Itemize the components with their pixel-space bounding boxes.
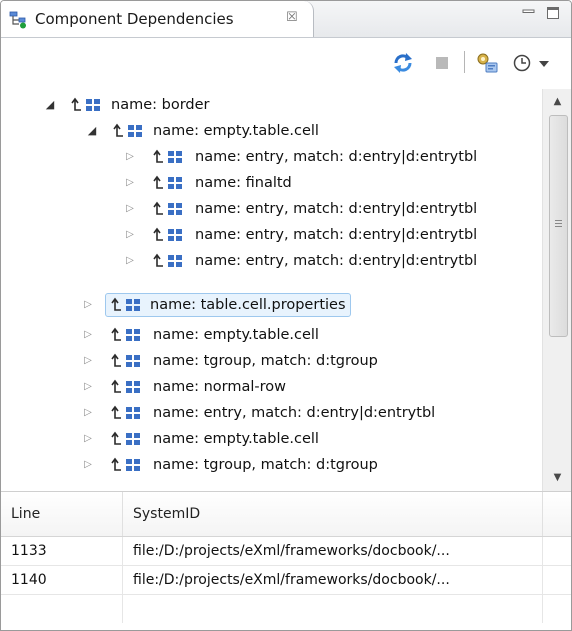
scrollbar-grip	[555, 223, 562, 224]
template-node-icon	[111, 431, 140, 445]
tree-item-label: name: normal-row	[153, 379, 287, 395]
cell-line	[1, 595, 123, 623]
tree-item-label: name: border	[111, 97, 210, 113]
tree-row-selected[interactable]: ▷ name: table.cell.properties	[1, 292, 542, 318]
template-node-icon	[111, 379, 140, 393]
scroll-down-icon[interactable]: ▼	[543, 465, 571, 491]
close-icon[interactable]: ☒	[286, 10, 298, 25]
maximize-icon[interactable]	[545, 5, 561, 21]
tree-row[interactable]: ▷ name: empty.table.cell	[1, 322, 542, 348]
tree-item-label: name: tgroup, match: d:tgroup	[153, 353, 378, 369]
expand-arrow-icon[interactable]: ▷	[81, 454, 95, 476]
template-node-icon	[111, 353, 140, 367]
tree-row[interactable]: ▷ name: entry, match: d:entry|d:entrytbl	[1, 222, 542, 248]
tree-row[interactable]: ▷ name: entry, match: d:entry|d:entrytbl	[1, 196, 542, 222]
cell-line: 1140	[1, 566, 123, 594]
template-node-icon	[111, 457, 140, 471]
column-header-filler	[543, 492, 571, 536]
tab-component-dependencies[interactable]: Component Dependencies ☒	[1, 1, 314, 37]
scrollbar-thumb[interactable]	[549, 115, 568, 337]
template-node-icon	[153, 175, 182, 189]
template-node-icon	[111, 327, 140, 341]
expand-arrow-icon[interactable]: ▷	[81, 324, 95, 346]
scrollbar-grip	[555, 226, 562, 227]
tree-item-label: name: empty.table.cell	[153, 327, 319, 343]
tree-item-label: name: entry, match: d:entry|d:entrytbl	[195, 149, 478, 165]
expand-arrow-icon[interactable]: ▷	[123, 172, 137, 194]
minimize-icon[interactable]	[521, 5, 537, 21]
stop-icon[interactable]	[429, 50, 455, 76]
tree-row[interactable]: ▷ name: finaltd	[1, 170, 542, 196]
column-header-line[interactable]: Line	[1, 492, 123, 536]
cell-systemid: file:/D:/projects/eXml/frameworks/docboo…	[123, 537, 543, 565]
cell-systemid: file:/D:/projects/eXml/frameworks/docboo…	[123, 566, 543, 594]
tree-item-label: name: entry, match: d:entry|d:entrytbl	[195, 253, 478, 269]
view-title-bar: Component Dependencies ☒	[1, 1, 571, 37]
expand-arrow-icon[interactable]: ▷	[81, 402, 95, 424]
table-header: Line SystemID	[1, 492, 571, 537]
column-header-systemid[interactable]: SystemID	[123, 492, 543, 536]
table-row[interactable]: 1133 file:/D:/projects/eXml/frameworks/d…	[1, 537, 571, 566]
toolbar-separator	[464, 51, 465, 73]
tree-row[interactable]: ▷ name: tgroup, match: d:tgroup	[1, 348, 542, 374]
tree-item-label: name: finaltd	[195, 175, 292, 191]
template-node-icon	[71, 97, 100, 111]
tree-row[interactable]: ▷ name: entry, match: d:entry|d:entrytbl	[1, 144, 542, 170]
scrollbar-grip	[555, 220, 562, 221]
template-node-icon	[111, 297, 140, 311]
template-node-icon	[153, 201, 182, 215]
template-node-icon	[113, 123, 142, 137]
cell-line: 1133	[1, 537, 123, 565]
expand-arrow-icon[interactable]: ▷	[123, 224, 137, 246]
tree-item-label: name: entry, match: d:entry|d:entrytbl	[195, 227, 478, 243]
tree-item-label: name: empty.table.cell	[153, 123, 319, 139]
collapse-arrow-icon[interactable]: ◢	[43, 94, 57, 116]
template-node-icon	[111, 405, 140, 419]
tree-row[interactable]: ▷ name: empty.table.cell	[1, 426, 542, 452]
view-toolbar	[1, 37, 571, 90]
tree-vertical-scrollbar[interactable]: ▲ ▼	[542, 89, 571, 491]
tree-row[interactable]: ◢ name: empty.table.cell	[1, 118, 542, 144]
chevron-down-icon[interactable]	[537, 50, 551, 76]
tree-row[interactable]: ▷ name: entry, match: d:entry|d:entrytbl	[1, 400, 542, 426]
references-table[interactable]: Line SystemID 1133 file:/D:/projects/eXm…	[1, 491, 571, 630]
expand-arrow-icon[interactable]: ▷	[123, 250, 137, 272]
expand-arrow-icon[interactable]: ▷	[123, 146, 137, 168]
tree-row[interactable]: ▷ name: entry, match: d:entry|d:entrytbl	[1, 248, 542, 274]
component-dependencies-icon	[9, 11, 26, 29]
table-row[interactable]: 1140 file:/D:/projects/eXml/frameworks/d…	[1, 566, 571, 595]
cell-systemid	[123, 595, 543, 623]
table-row-empty	[1, 595, 571, 623]
template-node-icon	[153, 149, 182, 163]
view-title: Component Dependencies	[35, 10, 234, 28]
tree-row[interactable]: ▷ name: tgroup, match: d:tgroup	[1, 452, 542, 478]
tree-row[interactable]: ◢ name: border	[1, 92, 542, 118]
dependencies-tree[interactable]: ◢ name: border ◢ name: empty.table.cell …	[1, 89, 542, 491]
scroll-up-icon[interactable]: ▲	[543, 89, 571, 115]
expand-arrow-icon[interactable]: ▷	[81, 350, 95, 372]
tree-item-label: name: entry, match: d:entry|d:entrytbl	[195, 201, 478, 217]
tree-item-label: name: entry, match: d:entry|d:entrytbl	[153, 405, 436, 421]
tree-item-label: name: tgroup, match: d:tgroup	[153, 457, 378, 473]
refresh-icon[interactable]	[390, 50, 416, 76]
tree-item-label: name: empty.table.cell	[153, 431, 319, 447]
template-node-icon	[153, 227, 182, 241]
template-node-icon	[153, 253, 182, 267]
collapse-arrow-icon[interactable]: ◢	[85, 120, 99, 142]
expand-arrow-icon[interactable]: ▷	[123, 198, 137, 220]
expand-arrow-icon[interactable]: ▷	[81, 428, 95, 450]
expand-arrow-icon[interactable]: ▷	[81, 294, 95, 316]
history-menu-icon[interactable]	[511, 50, 537, 76]
component-dependencies-view: Component Dependencies ☒ ◢ name: border …	[0, 0, 572, 631]
expand-arrow-icon[interactable]: ▷	[81, 376, 95, 398]
configure-scripts-icon[interactable]	[474, 50, 500, 76]
tree-row[interactable]: ▷ name: normal-row	[1, 374, 542, 400]
